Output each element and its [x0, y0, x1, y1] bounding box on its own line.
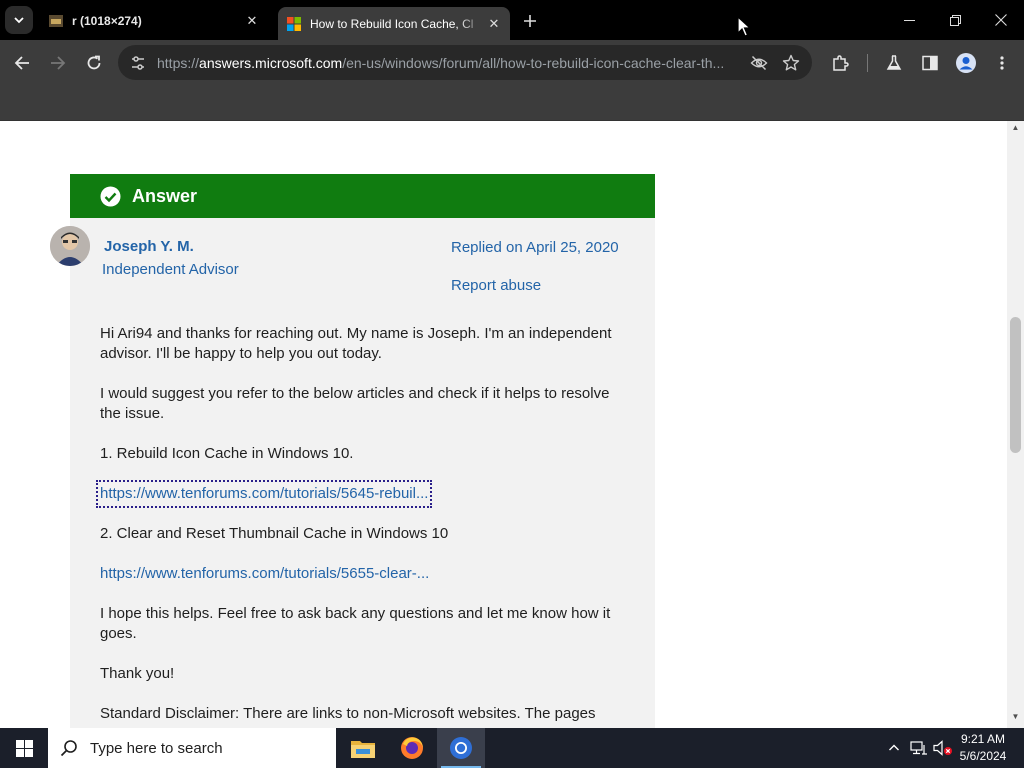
taskbar-search-box[interactable]: Type here to search	[48, 728, 336, 768]
answer-title: Answer	[132, 185, 198, 206]
tenforums-link-rebuild[interactable]: https://www.tenforums.com/tutorials/5645…	[95, 480, 433, 508]
tab-title: r (1018×274)	[72, 13, 142, 28]
search-icon	[60, 740, 77, 757]
eye-off-icon	[750, 55, 768, 70]
tab-title: How to Rebuild Icon Cache, Cl	[310, 16, 474, 31]
tab-search-button[interactable]	[5, 6, 33, 34]
chrome-icon	[450, 737, 472, 759]
close-window-button[interactable]	[978, 0, 1024, 40]
network-icon	[910, 741, 927, 755]
close-tab-icon[interactable]: ✕	[484, 14, 504, 34]
tab-image[interactable]: r (1018×274) ✕	[40, 7, 268, 34]
reload-icon	[87, 55, 101, 70]
restore-button[interactable]	[932, 0, 978, 40]
menu-button[interactable]	[988, 49, 1016, 77]
clock-date: 5/6/2024	[959, 749, 1007, 763]
labs-button[interactable]	[880, 49, 908, 77]
tune-icon	[132, 55, 144, 70]
answer-paragraph: I would suggest you refer to the below a…	[100, 385, 610, 422]
close-tab-icon[interactable]: ✕	[242, 11, 262, 31]
report-abuse-link[interactable]: Report abuse	[451, 277, 541, 294]
url-text[interactable]: https://answers.microsoft.com/en-us/wind…	[157, 55, 741, 71]
bookmark-star-button[interactable]	[777, 49, 805, 77]
windows-logo-icon	[15, 739, 33, 757]
url-host: answers.microsoft.com	[199, 54, 343, 71]
folder-icon	[351, 741, 375, 758]
answer-paragraph: Thank you!	[100, 665, 175, 682]
chrome-taskbar-button[interactable]	[437, 728, 485, 768]
close-icon	[995, 14, 1007, 26]
more-vertical-icon	[1000, 56, 1004, 70]
arrow-right-icon	[51, 56, 66, 70]
show-hidden-icons-button[interactable]	[884, 728, 904, 768]
answer-paragraph: I hope this helps. Feel free to ask back…	[100, 605, 611, 642]
firefox-icon	[401, 737, 423, 759]
new-tab-button[interactable]	[518, 9, 542, 33]
back-button[interactable]	[8, 49, 36, 77]
answer-paragraph: Hi Ari94 and thanks for reaching out. My…	[100, 325, 612, 362]
chevron-down-icon	[14, 17, 24, 24]
page-scrollbar[interactable]: ▲ ▼	[1007, 121, 1024, 728]
firefox-taskbar-button[interactable]	[388, 728, 436, 768]
puzzle-icon	[833, 55, 849, 71]
file-explorer-taskbar-button[interactable]	[339, 728, 387, 768]
answer-paragraph: Standard Disclaimer: There are links to …	[100, 705, 596, 722]
clock-time: 9:21 AM	[960, 732, 1006, 746]
side-panel-icon	[922, 55, 938, 71]
plus-icon	[524, 15, 536, 27]
chevron-up-icon	[889, 744, 899, 751]
toolbar-strip	[0, 86, 1024, 121]
check-circle-icon	[100, 186, 121, 206]
profile-button[interactable]	[952, 49, 980, 77]
scroll-down-arrow-icon[interactable]: ▼	[1007, 712, 1024, 726]
tab-active[interactable]: How to Rebuild Icon Cache, Cl ✕	[278, 7, 510, 40]
system-clock[interactable]: 9:21 AM 5/6/2024	[950, 731, 1016, 765]
arrow-left-icon	[14, 56, 29, 70]
minimize-icon	[903, 19, 915, 21]
image-favicon-icon	[49, 14, 63, 27]
scrollbar-thumb[interactable]	[1010, 317, 1021, 453]
author-avatar[interactable]	[50, 226, 90, 266]
search-placeholder: Type here to search	[90, 739, 223, 757]
minimize-button[interactable]	[886, 0, 932, 40]
microsoft-logo-icon	[287, 16, 301, 31]
page-content: Answer Joseph Y. M. Independent Advisor …	[0, 121, 1007, 728]
url-path: /en-us/windows/forum/all/how-to-rebuild-…	[342, 54, 725, 71]
flask-icon	[886, 55, 902, 70]
start-button[interactable]	[0, 728, 48, 768]
avatar-photo-icon	[50, 226, 90, 266]
author-name-link[interactable]: Joseph Y. M.	[104, 238, 194, 255]
windows-taskbar: Type here to search 9:21 AM 5/6/2024	[0, 728, 1024, 768]
reload-button[interactable]	[80, 49, 108, 77]
address-bar[interactable]: https://answers.microsoft.com/en-us/wind…	[118, 45, 812, 80]
answer-header: Answer	[70, 174, 655, 218]
browser-toolbar: https://answers.microsoft.com/en-us/wind…	[0, 40, 1024, 86]
toolbar-divider	[867, 54, 868, 72]
replied-date-link[interactable]: Replied on April 25, 2020	[451, 239, 619, 256]
url-scheme: https://	[157, 54, 200, 71]
scroll-up-arrow-icon[interactable]: ▲	[1007, 123, 1024, 137]
author-role: Independent Advisor	[102, 261, 239, 278]
tab-strip: r (1018×274) ✕ How to Rebuild Icon Cache…	[0, 0, 1024, 40]
mouse-cursor-icon	[737, 16, 751, 37]
restore-icon	[949, 14, 961, 26]
side-panel-button[interactable]	[916, 49, 944, 77]
answer-paragraph: 2. Clear and Reset Thumbnail Cache in Wi…	[100, 525, 449, 542]
extensions-button[interactable]	[826, 49, 854, 77]
site-info-button[interactable]	[124, 49, 152, 77]
tracking-protection-button[interactable]	[745, 49, 773, 77]
network-button[interactable]	[907, 728, 931, 768]
forward-button[interactable]	[44, 49, 72, 77]
answer-paragraph: 1. Rebuild Icon Cache in Windows 10.	[100, 445, 354, 462]
tenforums-link-clear[interactable]: https://www.tenforums.com/tutorials/5655…	[100, 564, 429, 584]
avatar-icon	[956, 53, 976, 73]
star-icon	[782, 54, 800, 70]
